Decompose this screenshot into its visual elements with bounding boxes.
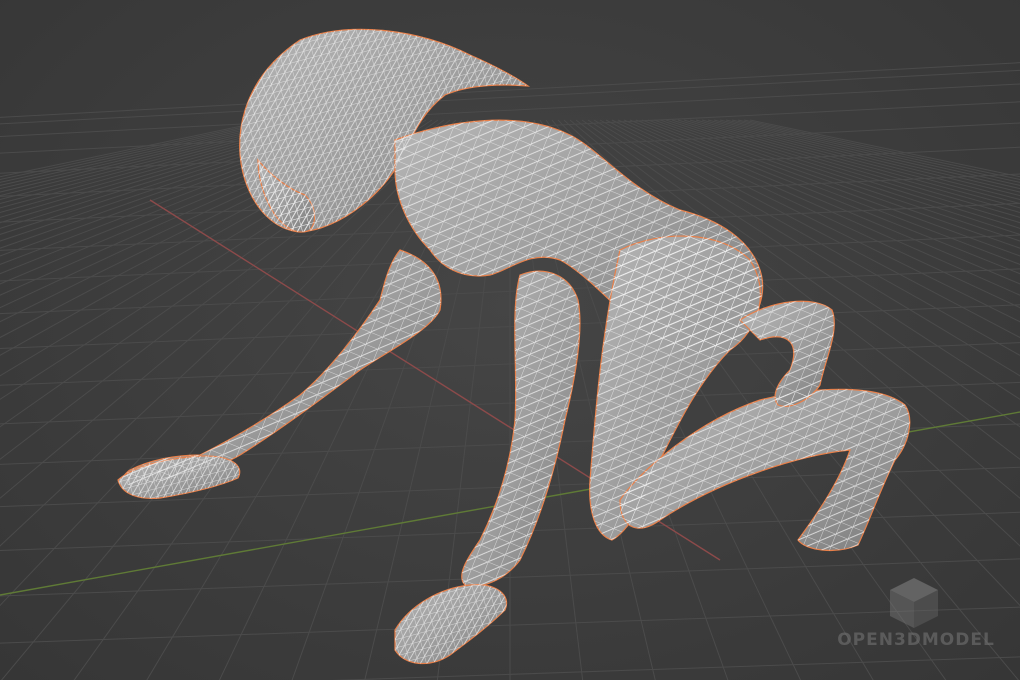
3d-viewport[interactable]: OPEN3DMODEL xyxy=(0,0,1020,680)
watermark: OPEN3DMODEL xyxy=(836,572,996,662)
creature-left-hand-wireframe xyxy=(118,455,240,499)
watermark-text: OPEN3DMODEL xyxy=(837,630,995,650)
cube-icon xyxy=(890,578,938,628)
creature-right-arm-wireframe xyxy=(461,271,580,587)
creature-left-arm-wireframe xyxy=(123,250,441,486)
